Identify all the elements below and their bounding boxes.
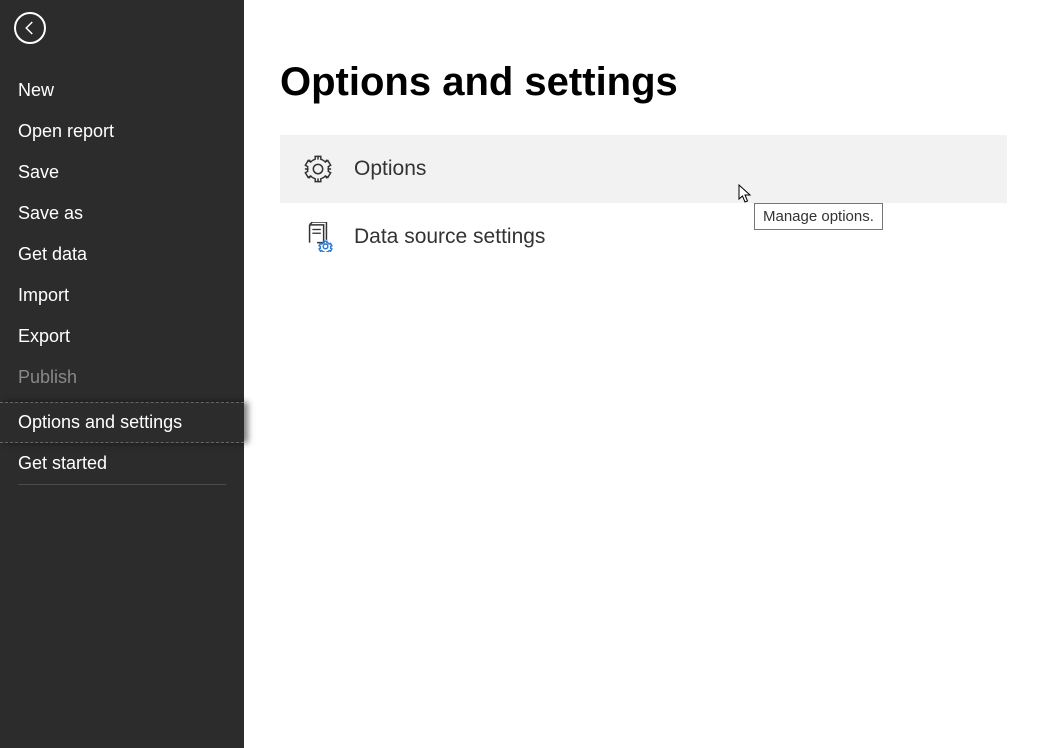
sidebar-item-label: Options and settings [18, 412, 182, 432]
sidebar-item-import[interactable]: Import [0, 275, 244, 316]
sidebar-item-label: Open report [18, 121, 114, 141]
sidebar-item-label: Get started [18, 453, 107, 473]
option-row-options[interactable]: Options [280, 135, 1007, 203]
sidebar-item-label: Get data [18, 244, 87, 264]
sidebar-item-label: Import [18, 285, 69, 305]
sidebar-item-label: Publish [18, 367, 77, 387]
sidebar-list: New Open report Save Save as Get data Im… [0, 70, 244, 485]
sidebar-item-get-data[interactable]: Get data [0, 234, 244, 275]
option-row-data-source-settings[interactable]: Data source settings [280, 203, 1007, 271]
sidebar-item-get-started[interactable]: Get started [18, 443, 226, 485]
data-source-settings-icon [302, 221, 334, 253]
option-label: Options [354, 157, 426, 181]
back-arrow-icon [21, 19, 39, 37]
sidebar-item-label: Save as [18, 203, 83, 223]
sidebar-item-label: New [18, 80, 54, 100]
sidebar: New Open report Save Save as Get data Im… [0, 0, 244, 748]
page-title: Options and settings [280, 60, 1007, 105]
sidebar-item-open-report[interactable]: Open report [0, 111, 244, 152]
sidebar-item-options-and-settings[interactable]: Options and settings [0, 402, 244, 443]
sidebar-item-save[interactable]: Save [0, 152, 244, 193]
main-content: Options and settings Options D [244, 0, 1037, 748]
sidebar-item-new[interactable]: New [0, 70, 244, 111]
sidebar-item-label: Save [18, 162, 59, 182]
sidebar-item-export[interactable]: Export [0, 316, 244, 357]
sidebar-item-save-as[interactable]: Save as [0, 193, 244, 234]
sidebar-item-publish: Publish [0, 357, 244, 398]
gear-icon [302, 153, 334, 185]
option-label: Data source settings [354, 225, 545, 249]
sidebar-item-label: Export [18, 326, 70, 346]
back-button[interactable] [14, 12, 46, 44]
